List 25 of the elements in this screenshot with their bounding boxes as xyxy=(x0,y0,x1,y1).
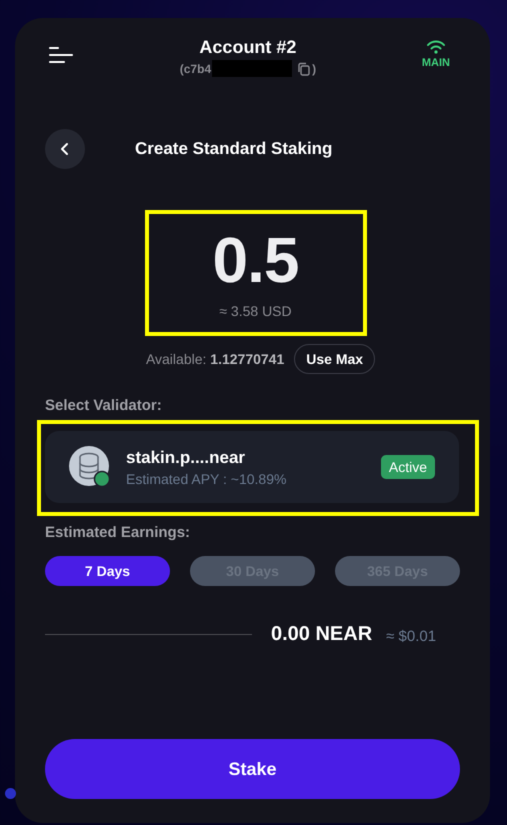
copy-icon[interactable] xyxy=(297,62,312,76)
address-text: (c7b4 xyxy=(180,62,212,76)
address-text: ) xyxy=(312,62,316,76)
status-badge: Active xyxy=(380,455,435,479)
validator-card[interactable]: stakin.p....near Estimated APY : ~10.89% Active xyxy=(45,431,459,503)
apy-text: Estimated APY : ~10.89% xyxy=(126,470,288,486)
back-button[interactable] xyxy=(45,129,85,169)
validator-name: stakin.p....near xyxy=(126,448,246,468)
fiat-value: ≈ 3.58 USD xyxy=(219,303,292,319)
stake-button[interactable]: Stake xyxy=(45,739,460,799)
section-label: Select Validator: xyxy=(45,397,163,414)
background-dot xyxy=(5,788,16,799)
database-icon xyxy=(69,446,111,488)
estimated-fiat: ≈ $0.01 xyxy=(386,628,436,645)
stake-amount: 0.5 xyxy=(212,225,298,295)
use-max-button[interactable]: Use Max xyxy=(294,344,376,374)
period-tab[interactable]: 7 Days xyxy=(45,556,170,586)
network-label: MAIN xyxy=(422,57,450,69)
wifi-icon xyxy=(426,40,446,54)
section-label: Estimated Earnings: xyxy=(45,524,192,541)
page-title: Create Standard Staking xyxy=(135,139,332,159)
menu-icon[interactable] xyxy=(48,46,74,64)
account-title: Account #2 xyxy=(199,36,296,58)
available-balance: Available: 1.12770741 xyxy=(146,351,284,367)
estimated-amount: 0.00 NEAR xyxy=(271,623,372,646)
